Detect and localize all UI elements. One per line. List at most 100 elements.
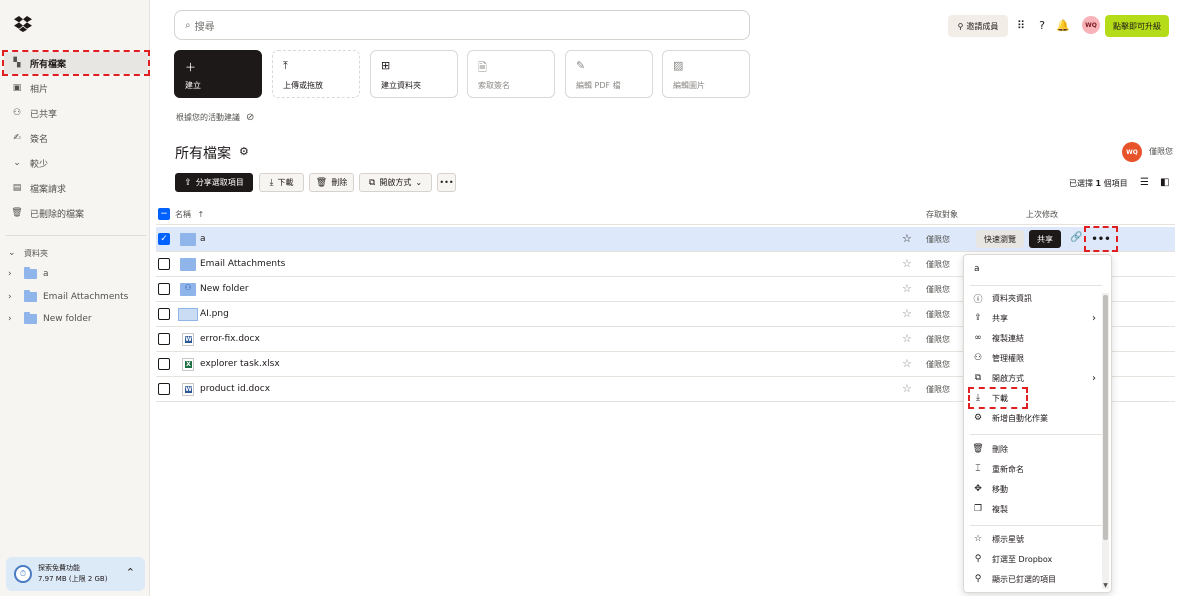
row-checkbox[interactable] — [158, 383, 170, 395]
menu-item-label: 開啟方式 — [992, 373, 1024, 383]
sidebar-folder-new-folder[interactable]: › New folder — [8, 309, 92, 329]
row-more-button[interactable]: ••• — [1084, 226, 1118, 252]
folders-section-header[interactable]: ⌄ 資料夾 — [8, 243, 48, 263]
sidebar-item-file-requests[interactable]: ▤ 檔案請求 — [4, 177, 148, 199]
download-button[interactable]: ⤓ 下載 — [259, 173, 304, 192]
edit-image-icon: ▨ — [673, 59, 684, 72]
star-icon[interactable]: ☆ — [902, 382, 912, 395]
scroll-down-arrow-icon[interactable]: ▼ — [1102, 582, 1109, 589]
share-selected-label: 分享選取項目 — [195, 178, 244, 187]
selection-suffix: 個項目 — [1103, 179, 1128, 188]
edit-pdf-tile[interactable]: ✎ 編輯 PDF 檔 — [565, 50, 653, 98]
row-checkbox[interactable] — [158, 358, 170, 370]
table-row[interactable]: ✓ a ☆ 僅限您 快速瀏覽 共享 🔗 ••• — [156, 226, 1175, 252]
file-name[interactable]: product id.docx — [200, 384, 270, 394]
search-input[interactable]: ⌕ 搜尋 — [174, 10, 750, 40]
avatar[interactable]: WQ — [1082, 16, 1100, 34]
open-external-icon: ⧉ — [368, 177, 376, 188]
menu-divider — [970, 285, 1102, 286]
upload-tile[interactable]: ⤒ 上傳或拖放 — [272, 50, 360, 98]
file-name[interactable]: error-fix.docx — [200, 334, 260, 344]
file-name[interactable]: a — [200, 234, 206, 244]
tile-label: 建立 — [185, 81, 201, 90]
row-checkbox[interactable] — [158, 258, 170, 270]
menu-item-copy[interactable]: ❐ 複製 — [972, 500, 1100, 518]
sidebar-item-signatures[interactable]: ✍ 簽名 — [4, 127, 148, 149]
row-checkbox[interactable] — [158, 333, 170, 345]
file-name[interactable]: AI.png — [200, 309, 229, 319]
delete-button[interactable]: 🗑 刪除 — [309, 173, 354, 192]
menu-item-folder-info[interactable]: ⓘ 資料夾資訊 — [972, 289, 1100, 307]
help-icon[interactable]: ? — [1034, 17, 1050, 33]
bell-icon[interactable]: 🔔 — [1055, 17, 1071, 33]
list-view-icon[interactable]: ☰ — [1140, 177, 1149, 188]
gear-icon[interactable]: ⚙ — [239, 145, 249, 158]
menu-item-show-pinned[interactable]: ⚲ 顯示已釘選的項目 — [972, 570, 1100, 588]
image-thumbnail-icon — [178, 308, 198, 321]
file-name[interactable]: explorer task.xlsx — [200, 359, 280, 369]
details-pane-icon[interactable]: ◧ — [1160, 177, 1169, 188]
row-checkbox[interactable] — [158, 308, 170, 320]
column-header-access[interactable]: 存取對象 — [926, 209, 958, 220]
eye-off-icon[interactable]: ⊘ — [246, 112, 254, 123]
quick-view-button[interactable]: 快速瀏覽 — [976, 230, 1024, 248]
signature-icon: ✍ — [13, 133, 21, 143]
request-signature-icon: 🗎 — [478, 61, 487, 74]
star-icon[interactable]: ☆ — [902, 282, 912, 295]
menu-item-label: 釘選至 Dropbox — [992, 554, 1053, 564]
chevron-down-icon: ⌄ — [415, 178, 423, 187]
menu-item-delete[interactable]: 🗑 刪除 — [972, 440, 1100, 458]
star-icon[interactable]: ☆ — [902, 232, 912, 245]
sidebar-item-deleted-files[interactable]: 🗑 已刪除的檔案 — [4, 202, 148, 224]
invite-members-button[interactable]: ⚲ 邀請成員 — [948, 15, 1008, 37]
menu-item-manage-permissions[interactable]: ⚇ 管理權限 — [972, 349, 1100, 367]
create-tile[interactable]: ＋ 建立 — [174, 50, 262, 98]
sidebar-item-all-files[interactable]: ▚ 所有檔案 — [2, 50, 150, 76]
sidebar-folder-email-attachments[interactable]: › Email Attachments — [8, 287, 128, 307]
sidebar-item-photos[interactable]: ▣ 相片 — [4, 77, 148, 99]
menu-item-share[interactable]: ⇪ 共享 › — [972, 309, 1100, 327]
row-checkbox[interactable]: ✓ — [158, 233, 170, 245]
edit-image-tile[interactable]: ▨ 編輯圖片 — [662, 50, 750, 98]
more-actions-button[interactable]: ••• — [437, 173, 456, 192]
star-icon[interactable]: ☆ — [902, 357, 912, 370]
row-checkbox[interactable] — [158, 283, 170, 295]
sidebar-folder-a[interactable]: › a — [8, 264, 49, 284]
link-icon[interactable]: 🔗 — [1070, 232, 1082, 243]
column-header-modified[interactable]: 上次修改 — [1026, 209, 1058, 220]
upgrade-button[interactable]: 點擊即可升級 — [1105, 15, 1169, 37]
storage-upgrade-card[interactable]: ⏱ 探索免費功能 7.97 MB (上限 2 GB) ⌃ — [6, 557, 145, 591]
menu-item-add-automation[interactable]: ⚙ 新增自動化作業 — [972, 409, 1100, 427]
star-icon[interactable]: ☆ — [902, 307, 912, 320]
sidebar-item-less[interactable]: ⌄ 較少 — [4, 152, 148, 174]
scrollbar-thumb[interactable] — [1103, 295, 1108, 540]
request-signature-tile[interactable]: 🗎 索取簽名 — [467, 50, 555, 98]
share-button[interactable]: 共享 — [1029, 230, 1061, 248]
menu-scrollbar[interactable]: ▼ — [1102, 293, 1109, 589]
create-folder-tile[interactable]: ⊞ 建立資料夾 — [370, 50, 458, 98]
file-name[interactable]: Email Attachments — [200, 259, 285, 269]
menu-item-move[interactable]: ✥ 移動 — [972, 480, 1100, 498]
chevron-up-icon[interactable]: ⌃ — [126, 566, 135, 579]
menu-item-open-with[interactable]: ⧉ 開啟方式 › — [972, 369, 1100, 387]
menu-item-copy-link[interactable]: ∞ 複製連結 — [972, 329, 1100, 347]
word-doc-icon: W — [182, 383, 194, 396]
sidebar-item-label: 已共享 — [30, 109, 58, 120]
share-selected-button[interactable]: ⇪ 分享選取項目 — [175, 173, 253, 192]
open-with-button[interactable]: ⧉ 開啟方式 ⌄ — [359, 173, 432, 192]
dropbox-logo[interactable] — [14, 16, 32, 32]
menu-item-pin[interactable]: ⚲ 釘選至 Dropbox — [972, 550, 1100, 568]
menu-item-star[interactable]: ☆ 標示星號 — [972, 530, 1100, 548]
star-icon[interactable]: ☆ — [902, 332, 912, 345]
apps-grid-icon[interactable]: ⠿ — [1013, 17, 1029, 33]
select-all-checkbox[interactable]: − — [158, 208, 170, 220]
file-name[interactable]: New folder — [200, 284, 249, 294]
star-icon[interactable]: ☆ — [902, 257, 912, 270]
menu-item-download[interactable]: ⤓ 下載 — [968, 387, 1028, 409]
owner-avatar[interactable]: WQ — [1122, 142, 1142, 162]
suggestions-toggle[interactable]: 根據您的活動建議 ⊘ — [176, 112, 254, 123]
sidebar-item-shared[interactable]: ⚇ 已共享 — [4, 102, 148, 124]
trash-icon: 🗑 — [315, 177, 328, 188]
column-header-name[interactable]: 名稱 ↑ — [175, 209, 204, 220]
menu-item-rename[interactable]: ⌶ 重新命名 — [972, 460, 1100, 478]
